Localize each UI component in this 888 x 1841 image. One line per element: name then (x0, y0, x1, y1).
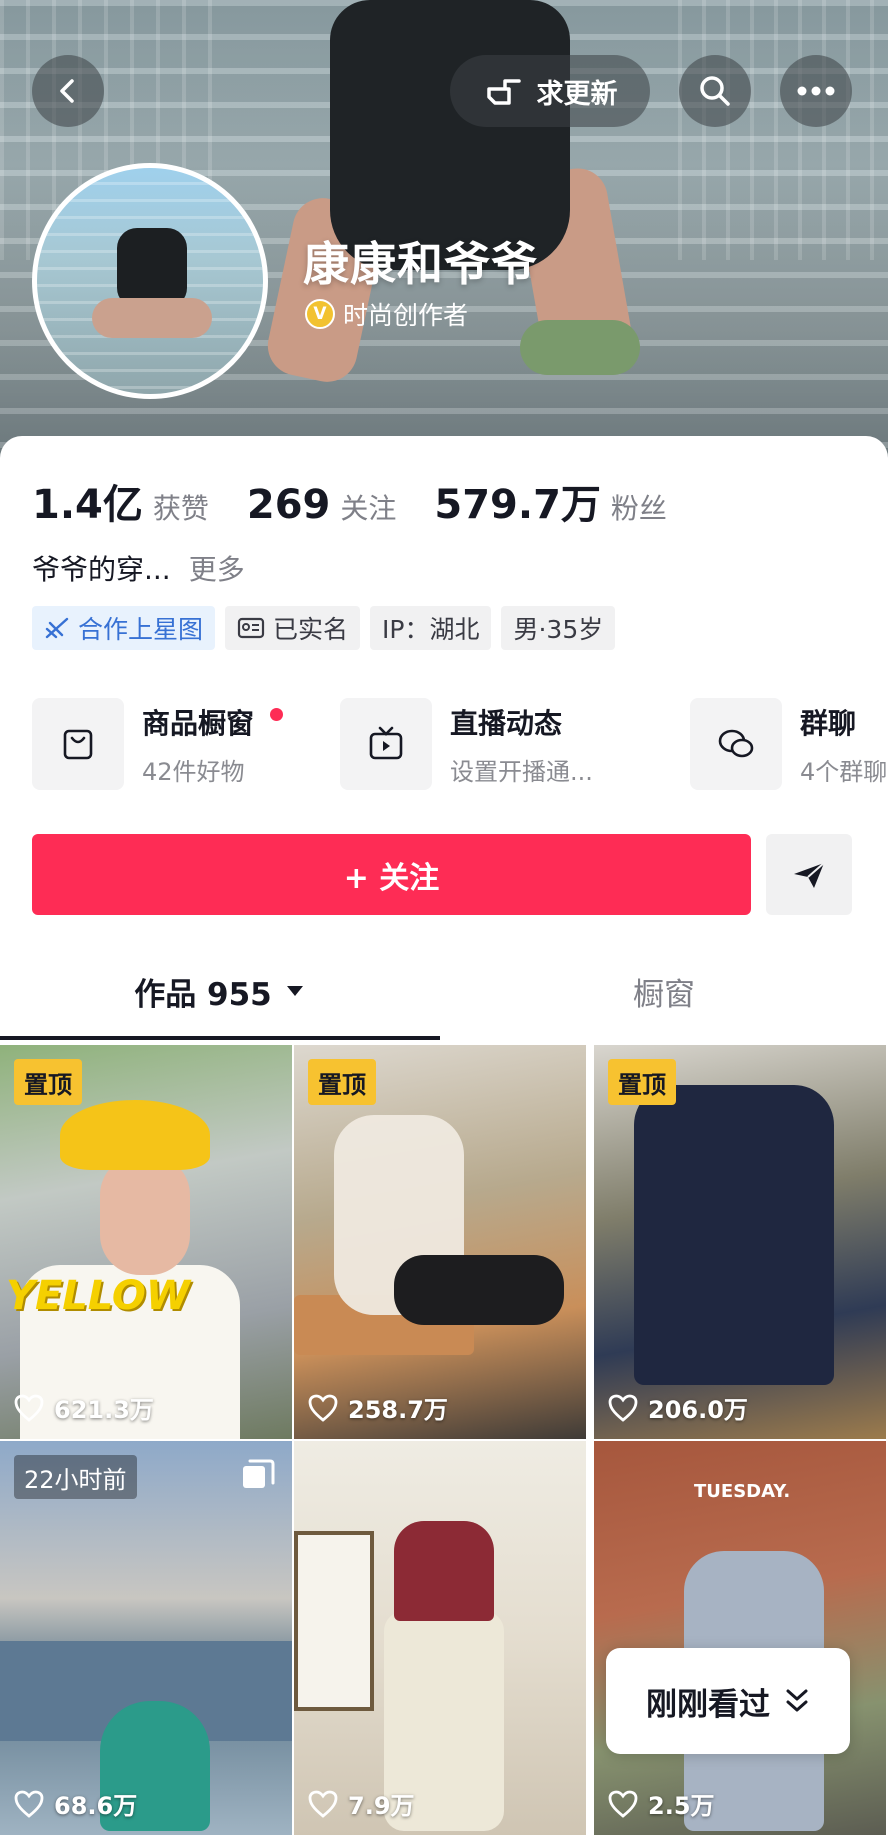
service-subtitle: 42件好物 (142, 757, 245, 786)
like-count: 7.9万 (348, 1792, 415, 1820)
video-thumbnail[interactable]: YELLOW 置顶 621.3万 (0, 1045, 292, 1439)
stats-row: 1.4亿 获赞 269 关注 579.7万 粉丝 (32, 472, 705, 530)
service-title: 商品橱窗 (142, 706, 255, 740)
request-update-button[interactable]: 求更新 (450, 55, 650, 127)
star-map-icon (45, 617, 69, 639)
stat-likes[interactable]: 1.4亿 获赞 (32, 472, 209, 530)
tag-ip-location: IP：湖北 (370, 606, 492, 650)
video-thumbnail[interactable]: 置顶 206.0万 (594, 1045, 886, 1439)
pinned-badge: 置顶 (308, 1059, 376, 1105)
service-title: 群聊 (800, 706, 857, 740)
notification-dot (270, 708, 283, 721)
service-live-updates[interactable]: 直播动态 设置开播通... (340, 698, 593, 790)
follow-button[interactable]: + 关注 (32, 834, 751, 915)
search-icon (700, 76, 730, 106)
heart-icon (14, 1394, 44, 1422)
recently-viewed-label: 刚刚看过 (646, 1686, 770, 1723)
like-count: 2.5万 (648, 1792, 715, 1820)
recently-viewed-button[interactable]: 刚刚看过 (606, 1648, 850, 1754)
nickname: 康康和爷爷 (303, 237, 538, 291)
tab-label: 作品 955 (134, 976, 272, 1013)
follow-label: + 关注 (343, 860, 440, 896)
service-title: 直播动态 (450, 706, 563, 740)
search-button[interactable] (679, 55, 751, 127)
heart-icon (308, 1394, 338, 1422)
service-group-chat[interactable]: 群聊 4个群聊 (690, 698, 887, 790)
stat-followers[interactable]: 579.7万 粉丝 (434, 472, 667, 530)
stat-value: 579.7万 (434, 482, 601, 528)
avatar[interactable] (32, 163, 268, 399)
video-likes: 2.5万 (608, 1786, 715, 1821)
service-subtitle: 设置开播通... (450, 757, 593, 786)
tag-label: IP：湖北 (382, 615, 480, 644)
tab-works[interactable]: 作品 955 (0, 946, 440, 1036)
pinned-badge: 置顶 (14, 1059, 82, 1105)
service-shop-window[interactable]: 商品橱窗 42件好物 (32, 698, 283, 790)
stat-label: 获赞 (152, 492, 209, 525)
pointing-hand-icon (486, 79, 521, 105)
bio-text: 爷爷的穿... (32, 553, 171, 586)
caret-down-icon (286, 986, 303, 996)
tag-star-map[interactable]: 合作上星图 (32, 606, 216, 650)
like-count: 258.7万 (348, 1396, 448, 1424)
banner-shoe (520, 320, 640, 375)
video-likes: 258.7万 (308, 1390, 448, 1425)
video-thumbnail[interactable]: 7.9万 (294, 1441, 586, 1835)
more-dots-icon (797, 86, 835, 96)
stat-label: 粉丝 (610, 492, 667, 525)
services-row: 商品橱窗 42件好物 直播动态 设置开播通... 群聊 4个群聊 (32, 698, 888, 790)
id-card-icon (237, 617, 265, 639)
tag-label: 已实名 (273, 615, 349, 644)
like-count: 621.3万 (54, 1396, 154, 1424)
video-overlay-text: TUESDAY. (694, 1481, 791, 1502)
tv-icon (369, 726, 403, 760)
creator-label: 时尚创作者 (343, 301, 469, 330)
more-button[interactable] (780, 55, 852, 127)
video-thumbnail[interactable]: 22小时前 68.6万 (0, 1441, 292, 1835)
video-likes: 621.3万 (14, 1390, 154, 1425)
stat-label: 关注 (340, 492, 397, 525)
bio: 爷爷的穿... 更多 (32, 548, 245, 588)
tab-label: 橱窗 (633, 976, 695, 1013)
tag-gender-age: 男·35岁 (501, 606, 616, 650)
creator-badge: V 时尚创作者 (305, 296, 468, 332)
back-button[interactable] (32, 55, 104, 127)
video-likes: 206.0万 (608, 1390, 748, 1425)
bio-more-link[interactable]: 更多 (189, 548, 245, 588)
post-time-badge: 22小时前 (14, 1455, 137, 1499)
content-tabs: 作品 955 橱窗 (0, 946, 888, 1036)
heart-icon (308, 1790, 338, 1818)
video-likes: 68.6万 (14, 1786, 137, 1821)
tag-label: 男·35岁 (513, 615, 604, 644)
back-icon (60, 79, 74, 103)
video-thumbnail[interactable]: 置顶 258.7万 (294, 1045, 586, 1439)
like-count: 68.6万 (54, 1792, 138, 1820)
video-likes: 7.9万 (308, 1786, 415, 1821)
tag-row: 合作上星图 已实名 IP：湖北 男·35岁 (32, 606, 616, 650)
heart-icon (608, 1394, 638, 1422)
tag-label: 合作上星图 (78, 615, 204, 644)
double-chevron-down-icon (786, 1689, 808, 1712)
stat-value: 1.4亿 (32, 482, 143, 528)
tag-verified-identity[interactable]: 已实名 (225, 606, 361, 650)
send-icon (794, 861, 825, 888)
tab-shop-window[interactable]: 橱窗 (440, 946, 888, 1036)
request-update-label: 求更新 (536, 78, 618, 110)
chat-bubble-icon (718, 729, 754, 758)
multi-image-icon (243, 1459, 275, 1488)
pinned-badge: 置顶 (608, 1059, 676, 1105)
verified-icon: V (305, 299, 335, 329)
stat-following[interactable]: 269 关注 (247, 482, 397, 528)
stat-value: 269 (246, 482, 331, 528)
like-count: 206.0万 (648, 1396, 748, 1424)
share-button[interactable] (766, 834, 852, 915)
heart-icon (14, 1790, 44, 1818)
banner-railing-right (678, 0, 888, 260)
shopping-bag-icon (63, 729, 93, 760)
active-tab-indicator (0, 1036, 440, 1040)
video-overlay-text: YELLOW (6, 1273, 190, 1319)
heart-icon (608, 1790, 638, 1818)
video-thumbnail[interactable]: TUESDAY. 2.5万 (594, 1441, 886, 1835)
service-subtitle: 4个群聊 (800, 757, 888, 786)
